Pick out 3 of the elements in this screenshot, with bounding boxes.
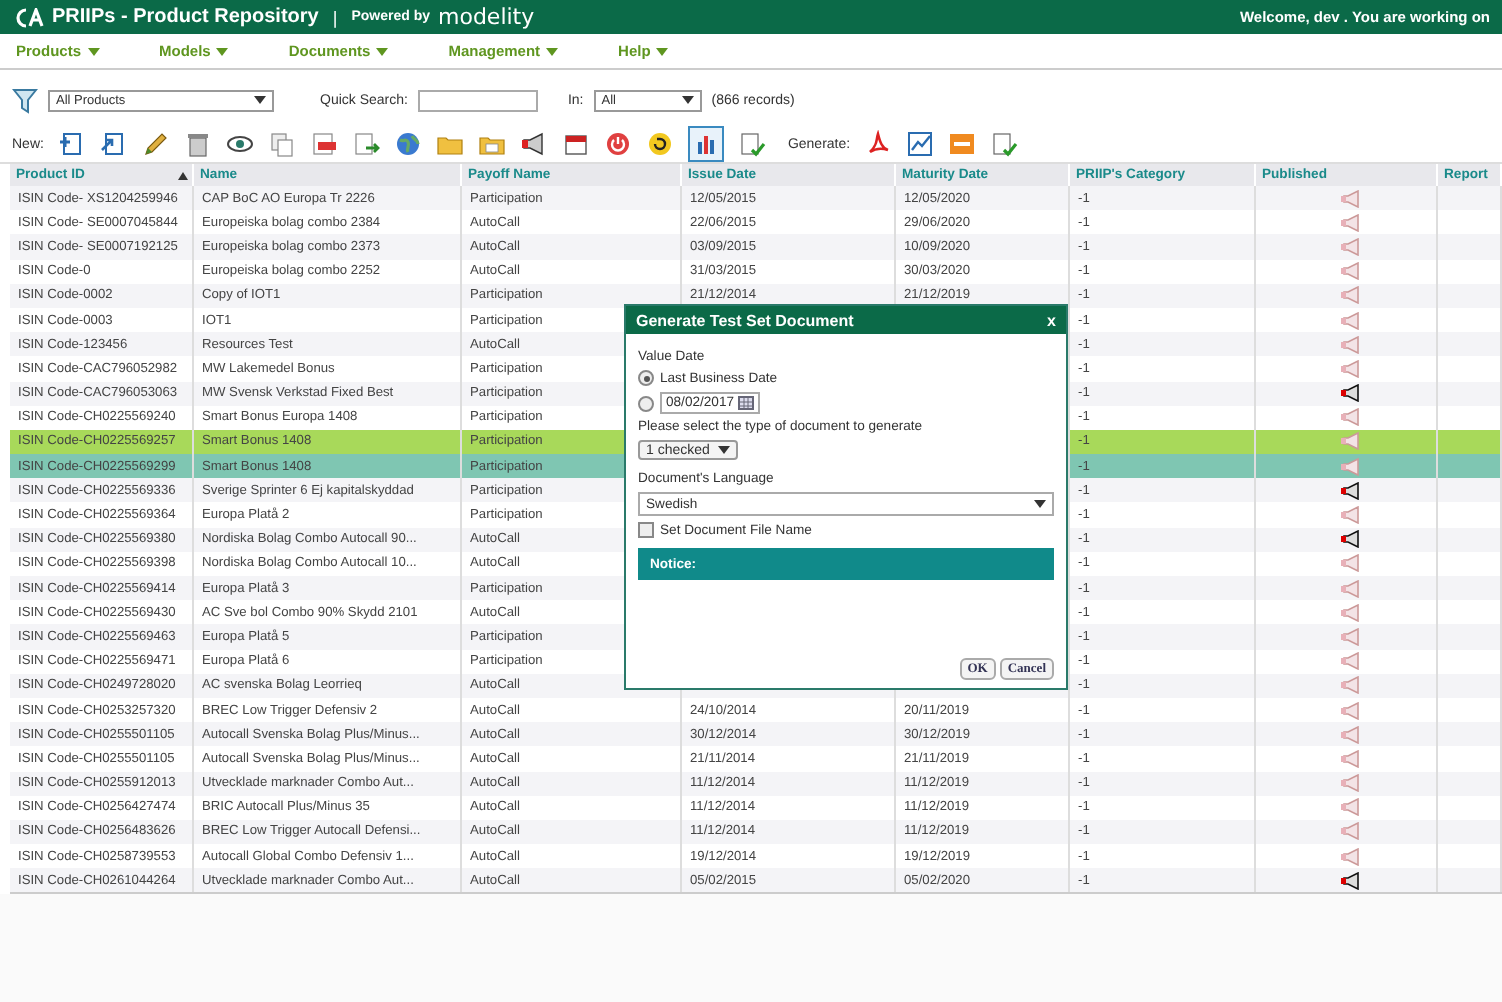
brand-logo: modelity: [438, 4, 535, 30]
title-separator: |: [332, 7, 338, 27]
app-title: PRIIPs - Product Repository: [52, 6, 319, 28]
